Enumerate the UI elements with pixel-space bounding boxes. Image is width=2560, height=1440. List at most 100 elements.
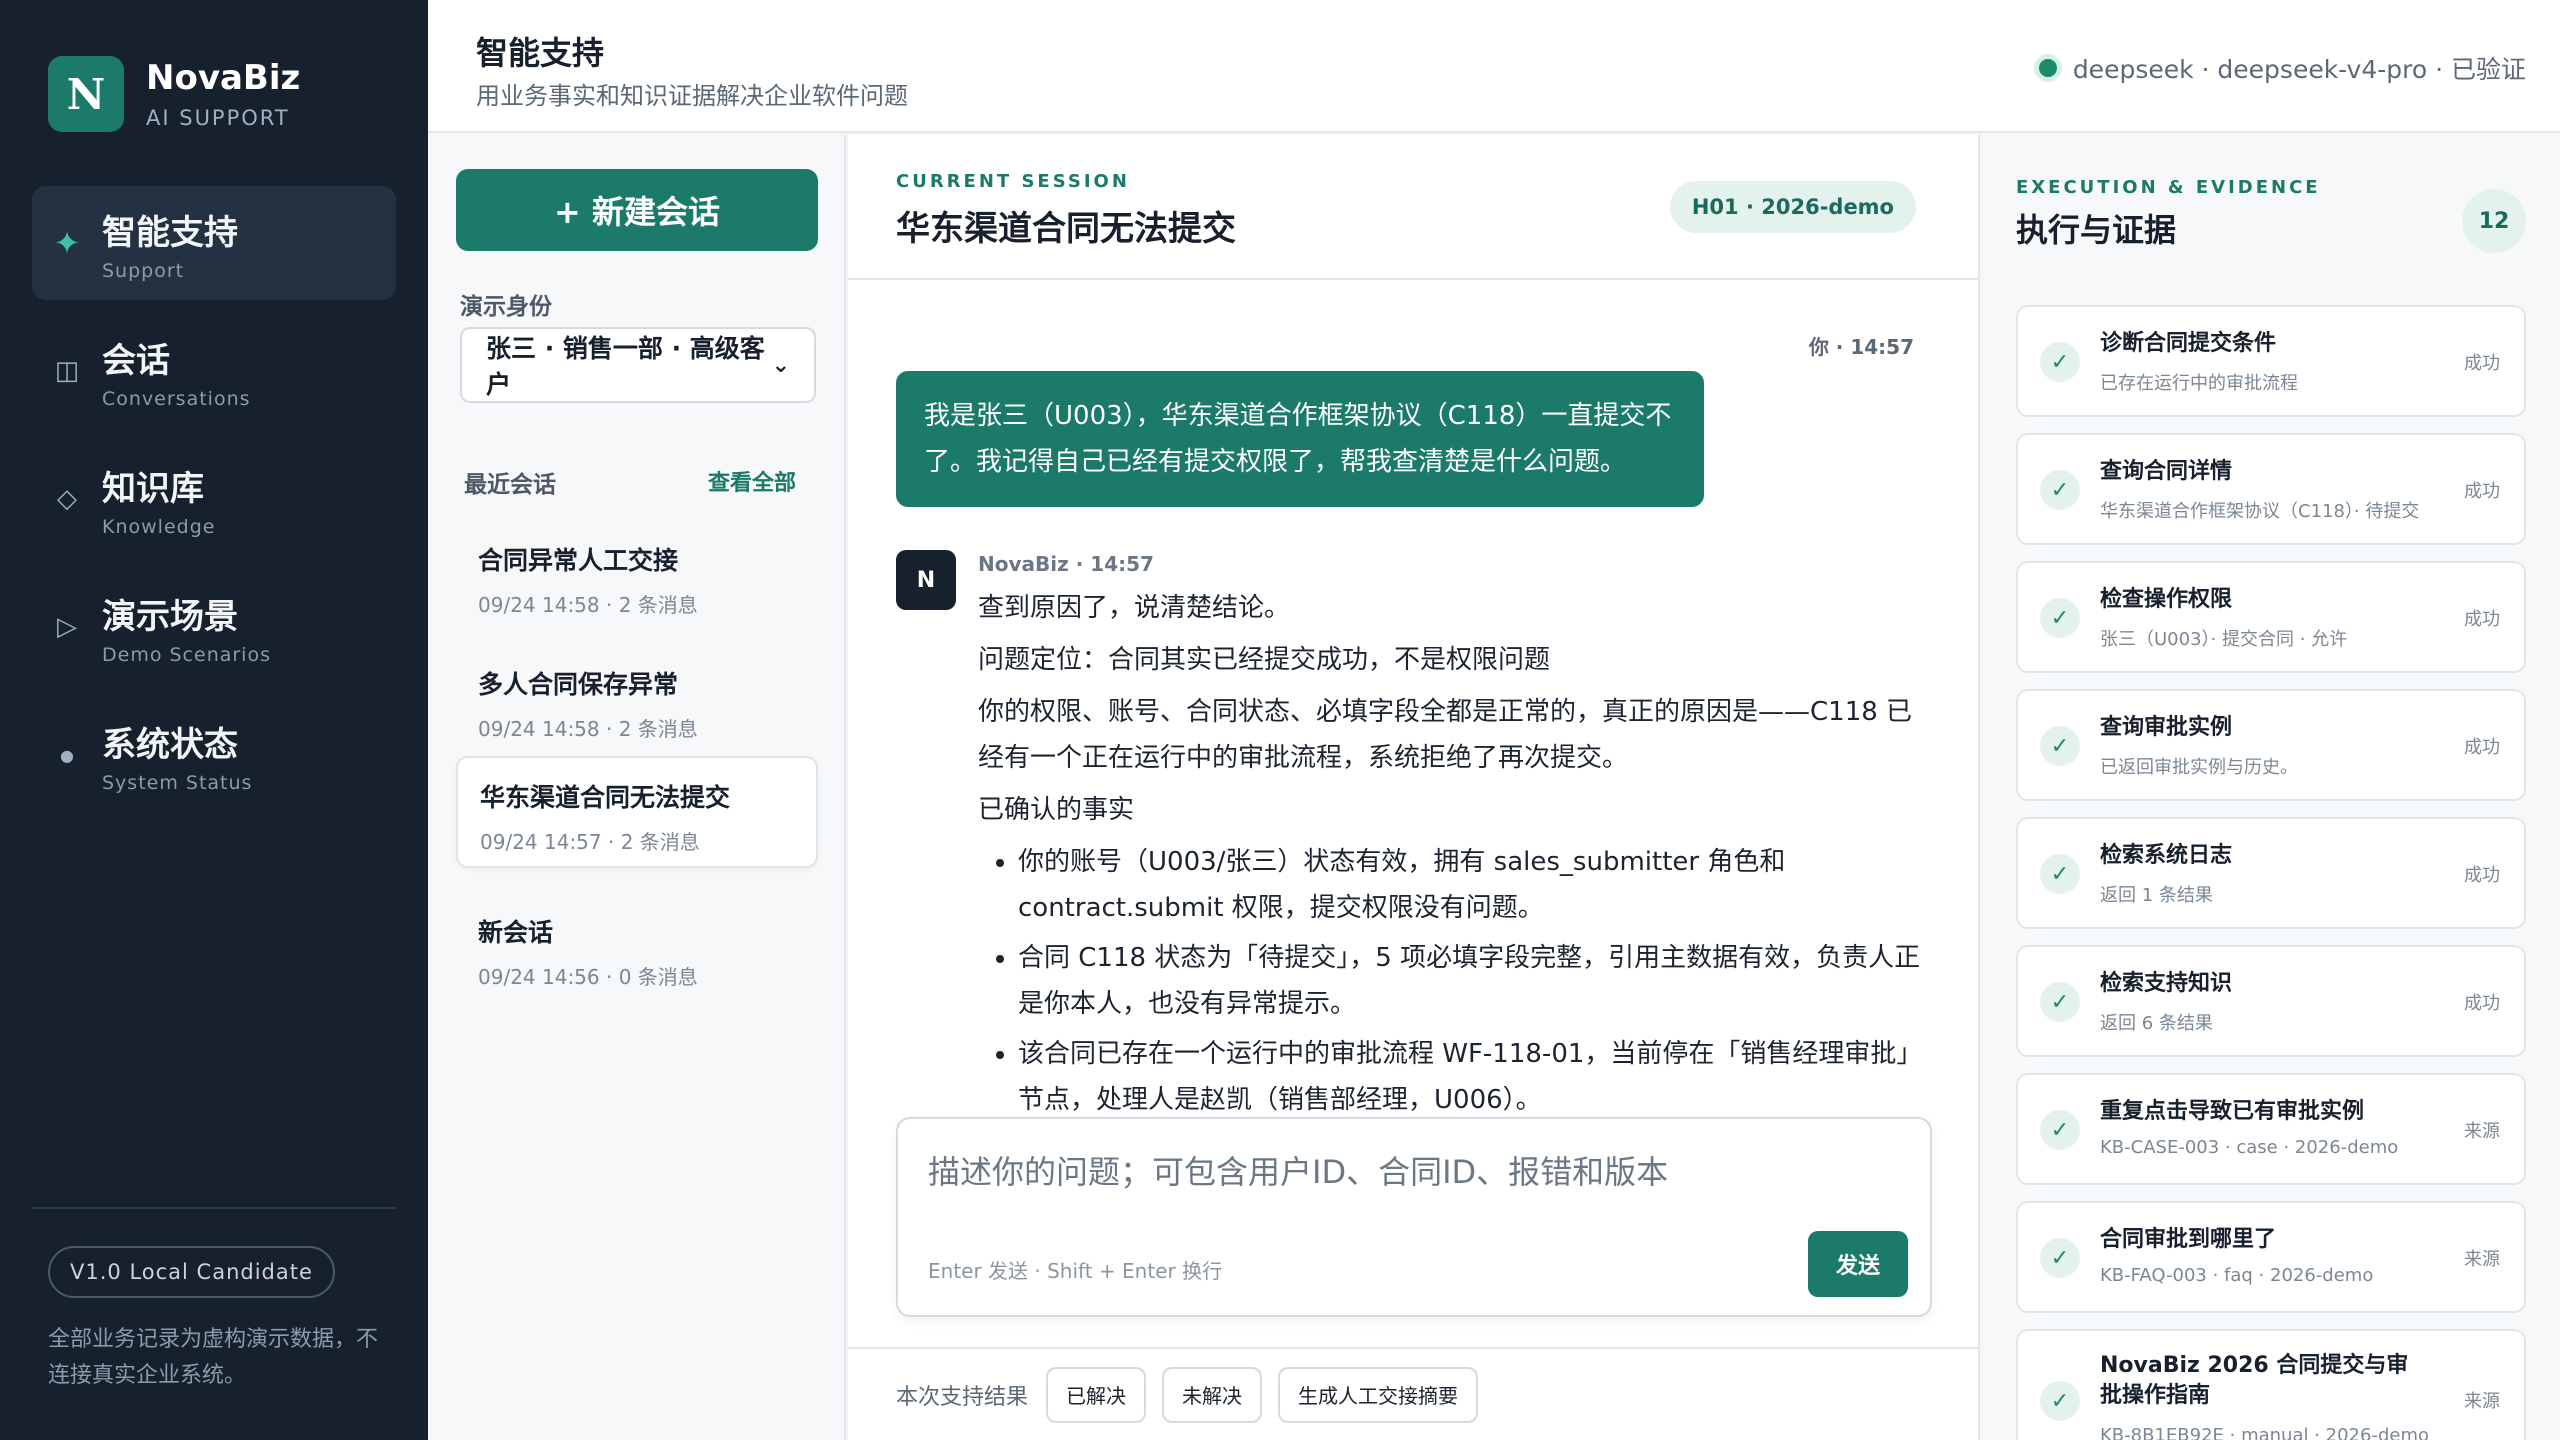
evidence-detail: KB-FAQ-003 · faq · 2026-demo [2100,1265,2374,1286]
check-icon: ✓ [2040,342,2080,382]
conversation-item[interactable]: 新会话 09/24 14:56 · 0 条消息 [456,893,818,1005]
brand-name: NovaBiz [146,58,301,98]
conversation-meta: 09/24 14:58 · 2 条消息 [478,593,698,617]
assistant-message-meta: NovaBiz · 14:57 [978,552,1154,576]
status-dot-icon [2038,59,2057,77]
evidence-status: 成功 [2464,481,2500,502]
resolved-button[interactable]: 已解决 [1046,1366,1147,1423]
evidence-card[interactable]: ✓ 查询合同详情 华东渠道合作框架协议（C118）· 待提交 成功 [2016,433,2526,545]
nav-item-conversations[interactable]: ◫ 会话 Conversations [32,314,396,428]
evidence-card[interactable]: ✓ NovaBiz 2026 合同提交与审批操作指南 KB-8B1EB92E ·… [2016,1329,2526,1440]
send-button[interactable]: 发送 [1808,1231,1908,1297]
message-input[interactable]: 描述你的问题；可包含用户ID、合同ID、报错和版本 [928,1147,1668,1193]
demo-disclaimer: 全部业务记录为虚构演示数据，不连接真实企业系统。 [48,1327,379,1388]
session-eyebrow: CURRENT SESSION [896,171,1130,192]
play-icon: ▷ [57,612,77,642]
evidence-card[interactable]: ✓ 查询审批实例 已返回审批实例与历史。 成功 [2016,689,2526,801]
session-title: 华东渠道合同无法提交 [896,209,1236,249]
check-icon: ✓ [2040,726,2080,766]
message-composer[interactable]: 描述你的问题；可包含用户ID、合同ID、报错和版本 Enter 发送 · Shi… [896,1117,1932,1317]
model-status-text: deepseek · deepseek-v4-pro · 已验证 [2072,55,2526,84]
conversation-panel: + 新建会话 演示身份 张三 · 销售一部 · 高级客户 ⌄ 最近会话 查看全部… [428,135,846,1440]
evidence-detail: 返回 1 条结果 [2100,885,2213,906]
nav-item-sublabel: Conversations [102,387,251,410]
check-icon: ✓ [2040,470,2080,510]
check-icon: ✓ [2040,598,2080,638]
page-subtitle: 用业务事实和知识证据解决企业软件问题 [476,82,908,110]
evidence-status: 成功 [2464,737,2500,758]
evidence-status: 成功 [2464,865,2500,886]
evidence-detail: 返回 6 条结果 [2100,1013,2213,1034]
nav-item-support[interactable]: ✦ 智能支持 Support [32,186,396,300]
nav-item-system-status[interactable]: ● 系统状态 System Status [32,698,396,812]
unresolved-button[interactable]: 未解决 [1162,1366,1263,1423]
assistant-line: 查到原因了，说清楚结论。 [978,593,1291,623]
check-icon: ✓ [2040,854,2080,894]
sidebar-divider [32,1207,396,1209]
evidence-eyebrow: EXECUTION & EVIDENCE [2016,177,2321,198]
evidence-name: 检索系统日志 [2100,843,2233,868]
view-all-link[interactable]: 查看全部 [708,465,796,497]
handoff-summary-button[interactable]: 生成人工交接摘要 [1278,1366,1479,1423]
evidence-card[interactable]: ✓ 检索系统日志 返回 1 条结果 成功 [2016,817,2526,929]
nav-item-sublabel: Support [102,259,185,282]
diamond-icon: ◇ [57,484,77,514]
evidence-panel: EXECUTION & EVIDENCE 执行与证据 12 ✓ 诊断合同提交条件… [1982,135,2560,1440]
conversation-title: 多人合同保存异常 [478,670,679,699]
chat-panel: CURRENT SESSION 华东渠道合同无法提交 H01 · 2026-de… [848,135,1980,1440]
evidence-name: 查询审批实例 [2100,715,2233,740]
conversation-meta: 09/24 14:58 · 2 条消息 [478,717,698,741]
main-sidebar: N NovaBiz AI SUPPORT ✦ 智能支持 Support ◫ 会话… [0,0,428,1440]
check-icon: ✓ [2040,1110,2080,1150]
evidence-card[interactable]: ✓ 诊断合同提交条件 已存在运行中的审批流程 成功 [2016,305,2526,417]
nav-item-sublabel: System Status [102,771,253,794]
nav-item-label: 知识库 [102,468,204,509]
evidence-detail: KB-8B1EB92E · manual · 2026-demo [2100,1425,2429,1440]
evidence-status: 成功 [2464,609,2500,630]
fact-item: 合同 C118 状态为「待提交」，5 项必填字段完整，引用主数据有效，负责人正是… [1018,935,1933,1027]
assistant-line: 你的权限、账号、合同状态、必填字段全都是正常的，真正的原因是——C118 已经有… [978,697,1913,773]
sparkle-icon: ✦ [53,224,81,262]
nav-item-label: 演示场景 [102,596,238,637]
chevron-down-icon: ⌄ [771,352,790,378]
nav-item-knowledge[interactable]: ◇ 知识库 Knowledge [32,442,396,556]
evidence-card[interactable]: ✓ 检索支持知识 返回 6 条结果 成功 [2016,945,2526,1057]
brand[interactable]: N NovaBiz AI SUPPORT [48,56,300,132]
session-header: CURRENT SESSION 华东渠道合同无法提交 H01 · 2026-de… [848,135,1980,280]
evidence-card[interactable]: ✓ 重复点击导致已有审批实例 KB-CASE-003 · case · 2026… [2016,1073,2526,1185]
composer-hint: Enter 发送 · Shift + Enter 换行 [928,1259,1223,1283]
version-badge: V1.0 Local Candidate [48,1246,335,1298]
evidence-status: 来源 [2464,1391,2500,1412]
nav-item-label: 会话 [102,340,170,381]
page-title: 智能支持 [476,34,605,72]
conversation-title: 华东渠道合同无法提交 [480,783,731,812]
recent-conversations-label: 最近会话 [464,472,556,498]
user-message-meta: 你 · 14:57 [1808,335,1914,359]
model-status: deepseek · deepseek-v4-pro · 已验证 [2038,50,2526,86]
conversation-item-active[interactable]: 华东渠道合同无法提交 09/24 14:57 · 2 条消息 [456,756,818,868]
persona-selected-value: 张三 · 销售一部 · 高级客户 [486,334,765,399]
conversation-meta: 09/24 14:57 · 2 条消息 [480,830,700,854]
persona-label: 演示身份 [460,294,552,320]
evidence-detail: 已存在运行中的审批流程 [2100,373,2298,394]
evidence-status: 成功 [2464,993,2500,1014]
nav-item-sublabel: Knowledge [102,515,216,538]
evidence-name: 合同审批到哪里了 [2100,1227,2277,1252]
persona-select[interactable]: 张三 · 销售一部 · 高级客户 ⌄ [460,327,816,403]
evidence-count-badge: 12 [2462,189,2526,253]
evidence-detail: KB-CASE-003 · case · 2026-demo [2100,1137,2399,1158]
evidence-name: NovaBiz 2026 合同提交与审批操作指南 [2100,1353,2409,1408]
check-icon: ✓ [2040,1381,2080,1421]
evidence-card[interactable]: ✓ 检查操作权限 张三（U003）· 提交合同 · 允许 成功 [2016,561,2526,673]
check-icon: ✓ [2040,982,2080,1022]
evidence-card[interactable]: ✓ 合同审批到哪里了 KB-FAQ-003 · faq · 2026-demo … [2016,1201,2526,1313]
nav-item-demo-scenarios[interactable]: ▷ 演示场景 Demo Scenarios [32,570,396,684]
evidence-name: 重复点击导致已有审批实例 [2100,1099,2365,1124]
check-icon: ✓ [2040,1238,2080,1278]
assistant-line: 已确认的事实 [978,795,1135,825]
evidence-name: 检查操作权限 [2100,587,2233,612]
brand-logo: N [48,56,124,132]
conversation-item[interactable]: 多人合同保存异常 09/24 14:58 · 2 条消息 [456,645,818,757]
new-conversation-button[interactable]: + 新建会话 [456,169,818,251]
conversation-item[interactable]: 合同异常人工交接 09/24 14:58 · 2 条消息 [456,521,818,633]
